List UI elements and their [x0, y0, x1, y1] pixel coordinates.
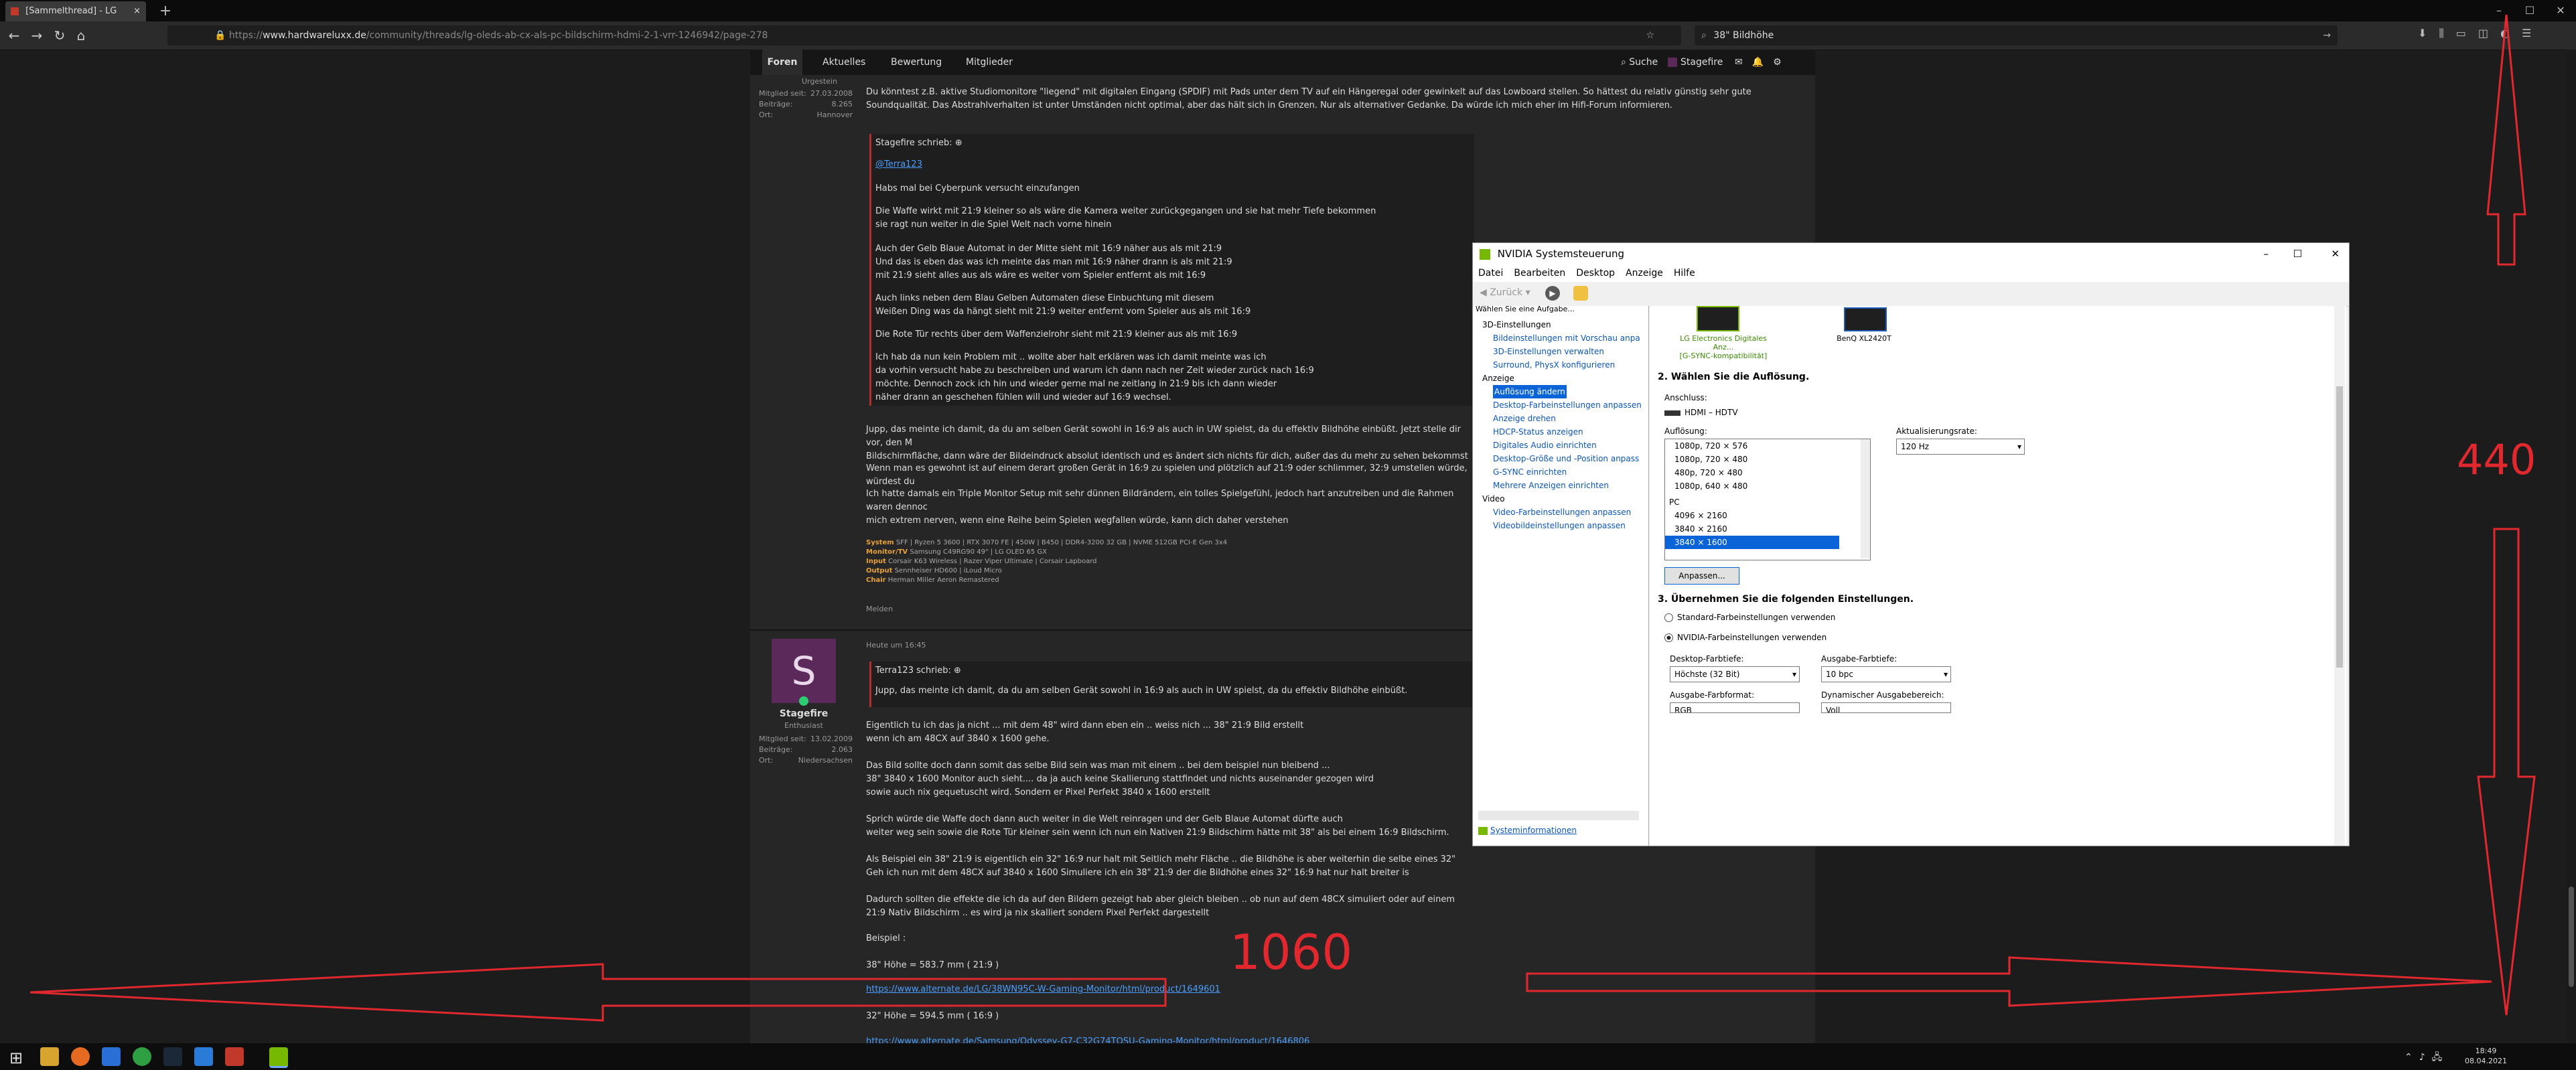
taskbar [0, 1043, 2576, 1070]
steam-icon[interactable] [163, 1047, 182, 1066]
down-arrow-annotation [2477, 528, 2536, 1016]
left-arrow-annotation [29, 963, 1167, 1022]
app-icon[interactable] [225, 1047, 244, 1066]
up-arrow-annotation [2486, 14, 2526, 266]
app-icon[interactable] [102, 1047, 121, 1066]
annotation-overlay [29, 14, 2536, 1022]
right-arrow-annotation [1526, 956, 2492, 1007]
start-icon[interactable]: ⊞ [9, 1049, 23, 1067]
annotation-1060: 1060 [1230, 924, 1353, 980]
clock[interactable]: 18:49 08.04.2021 [2465, 1046, 2507, 1066]
clock-time: 18:49 [2475, 1047, 2497, 1055]
firefox-icon[interactable] [71, 1047, 90, 1066]
system-tray-icons[interactable]: ⌃♪🖧 [2405, 1050, 2449, 1066]
clock-date: 08.04.2021 [2465, 1057, 2507, 1065]
app-icon[interactable] [194, 1047, 213, 1066]
file-explorer-icon[interactable] [40, 1047, 59, 1066]
annotation-440: 440 [2457, 435, 2536, 484]
nvidia-taskbar-icon[interactable] [269, 1047, 288, 1068]
xbox-icon[interactable] [133, 1047, 151, 1066]
